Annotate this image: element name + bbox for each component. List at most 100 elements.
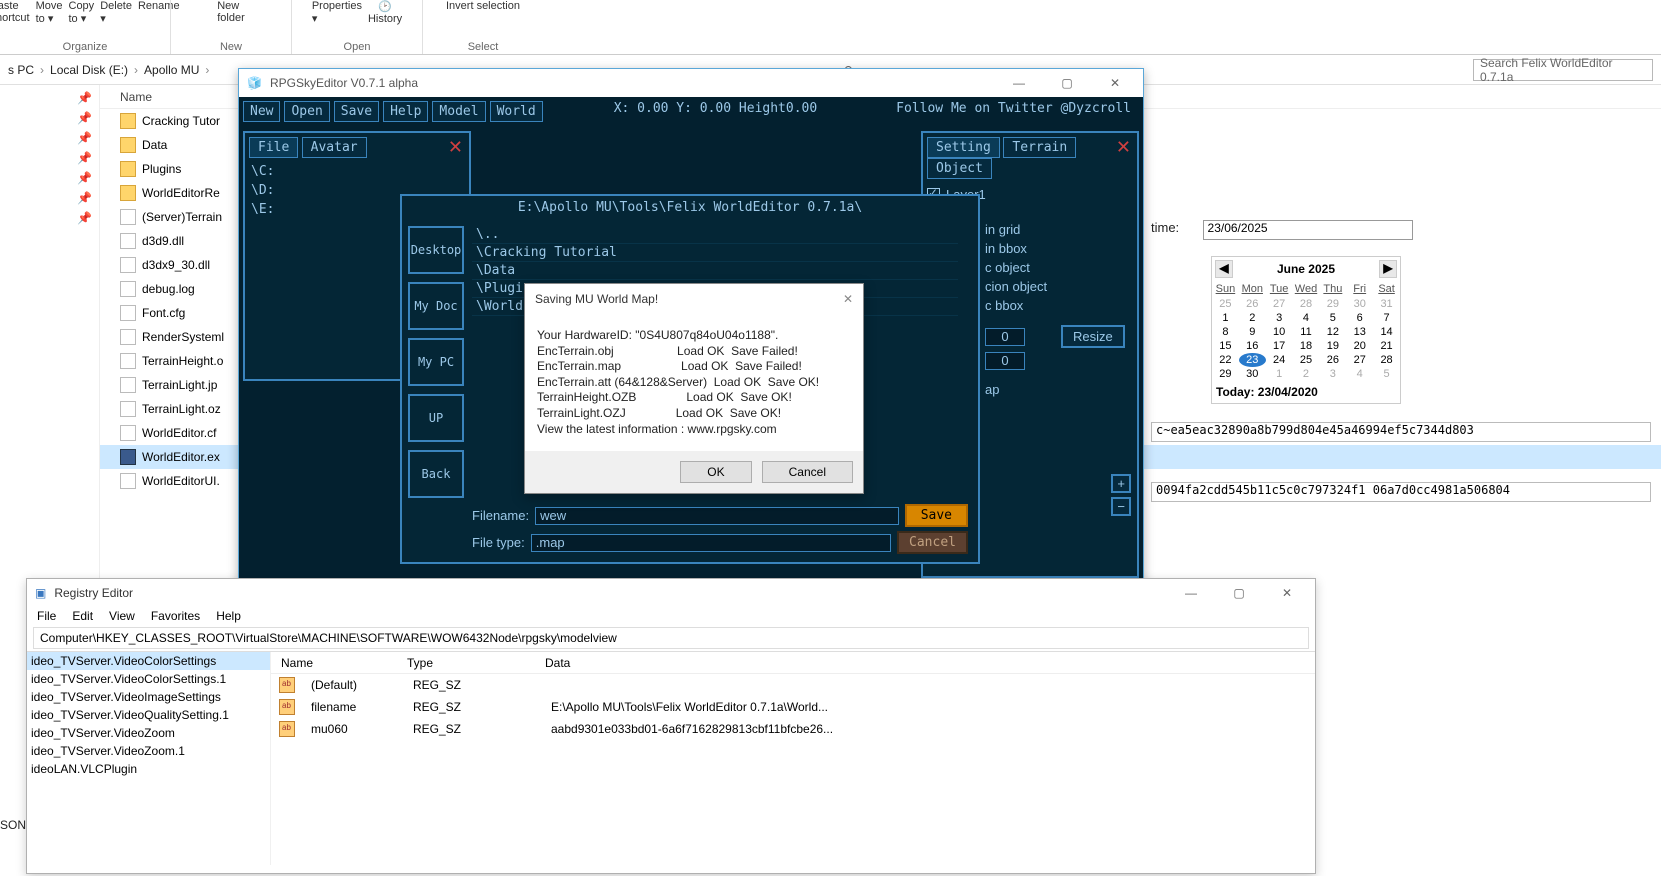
table-row[interactable]: mu060 REG_SZ aabd9301e033bd01-6a6f716282… <box>271 718 1315 740</box>
new-folder-button[interactable]: New folder <box>217 0 245 24</box>
pin-icon[interactable]: 📌 <box>77 111 91 125</box>
tree-item[interactable]: ideo_TVServer.VideoColorSettings.1 <box>27 670 270 688</box>
calendar-today[interactable]: Today: 23/04/2020 <box>1212 381 1400 403</box>
pin-icon[interactable]: 📌 <box>77 191 91 205</box>
search-input[interactable]: Search Felix WorldEditor 0.7.1a <box>1473 59 1653 81</box>
window-title: Registry Editor <box>54 586 133 600</box>
menu-help[interactable]: Help <box>216 609 241 623</box>
chevron-right-icon: › <box>205 63 209 77</box>
tab-object[interactable]: Object <box>927 158 992 179</box>
time-label: time: <box>1151 220 1179 235</box>
mypc-button[interactable]: My PC <box>408 338 464 386</box>
col-name[interactable]: Name <box>271 656 407 670</box>
filename-input[interactable]: wew <box>535 507 899 525</box>
tab-avatar[interactable]: Avatar <box>302 137 367 158</box>
menu-help[interactable]: Help <box>383 101 428 122</box>
next-month-button[interactable]: ▶ <box>1379 260 1397 278</box>
save-result-dialog: Saving MU World Map! ✕ Your HardwareID: … <box>524 283 864 494</box>
tab-file[interactable]: File <box>249 137 298 158</box>
delete-button[interactable]: Delete ▾ <box>100 0 132 25</box>
list-item[interactable]: \.. <box>472 226 958 244</box>
folder-icon <box>120 161 136 177</box>
size-input-2[interactable]: 0 <box>985 352 1025 370</box>
pin-icon[interactable]: 📌 <box>77 151 91 165</box>
menu-favorites[interactable]: Favorites <box>151 609 200 623</box>
size-input[interactable]: 0 <box>985 328 1025 346</box>
cancel-button[interactable]: Cancel <box>762 461 853 483</box>
menu-view[interactable]: View <box>109 609 135 623</box>
tree-item[interactable]: ideo_TVServer.VideoZoom <box>27 724 270 742</box>
list-item[interactable]: \Cracking Tutorial <box>472 244 958 262</box>
regedit-titlebar[interactable]: ▣ Registry Editor — ▢ ✕ <box>27 579 1315 607</box>
regedit-path[interactable]: Computer\HKEY_CLASSES_ROOT\VirtualStore\… <box>33 627 1309 649</box>
back-button[interactable]: Back <box>408 450 464 498</box>
file-icon <box>120 425 136 441</box>
hash-field-1[interactable]: c~ea5eac32890a8b799d804e45a46994ef5c7344… <box>1151 422 1651 442</box>
editor-titlebar[interactable]: 🧊 RPGSkyEditor V0.7.1 alpha — ▢ ✕ <box>239 69 1143 97</box>
list-item[interactable]: \Data <box>472 262 958 280</box>
col-type[interactable]: Type <box>407 656 545 670</box>
menu-save[interactable]: Save <box>334 101 379 122</box>
up-button[interactable]: UP <box>408 394 464 442</box>
table-row[interactable]: (Default) REG_SZ <box>271 674 1315 696</box>
pin-icon[interactable]: 📌 <box>77 171 91 185</box>
truncated-text: SON <box>0 818 26 832</box>
minus-button[interactable]: − <box>1111 497 1131 516</box>
desktop-button[interactable]: Desktop <box>408 226 464 274</box>
mydoc-button[interactable]: My Doc <box>408 282 464 330</box>
menu-edit[interactable]: Edit <box>72 609 93 623</box>
filename-label: Filename: <box>472 508 529 523</box>
date-input[interactable]: 23/06/2025 <box>1203 220 1413 240</box>
tree-item[interactable]: ideo_TVServer.VideoColorSettings <box>27 652 270 670</box>
tab-setting[interactable]: Setting <box>927 137 1000 158</box>
tree-item[interactable]: ideo_TVServer.VideoImageSettings <box>27 688 270 706</box>
history-button[interactable]: 🕑 History <box>368 0 402 25</box>
crumb-disk[interactable]: Local Disk (E:) <box>50 63 128 77</box>
menu-file[interactable]: File <box>37 609 56 623</box>
menu-open[interactable]: Open <box>284 101 329 122</box>
tree-item[interactable]: ideo_TVServer.VideoZoom.1 <box>27 742 270 760</box>
tree-item[interactable]: ideoLAN.VLCPlugin <box>27 760 270 778</box>
move-to-button[interactable]: Move to ▾ <box>36 0 63 25</box>
close-button[interactable]: ✕ <box>1267 586 1307 600</box>
menu-world[interactable]: World <box>490 101 543 122</box>
pin-icon[interactable]: 📌 <box>77 211 91 225</box>
pin-icon[interactable]: 📌 <box>77 131 91 145</box>
crumb-pc[interactable]: s PC <box>8 63 34 77</box>
close-icon[interactable]: ✕ <box>1116 137 1131 158</box>
file-icon <box>120 329 136 345</box>
minimize-button[interactable]: — <box>1171 586 1211 600</box>
pin-icon[interactable]: 📌 <box>77 91 91 105</box>
col-data[interactable]: Data <box>545 656 1315 670</box>
filetype-label: File type: <box>472 535 525 550</box>
prev-month-button[interactable]: ◀ <box>1215 260 1233 278</box>
plus-button[interactable]: + <box>1111 474 1131 493</box>
tab-terrain[interactable]: Terrain <box>1003 137 1076 158</box>
maximize-button[interactable]: ▢ <box>1047 76 1087 90</box>
folder-icon <box>120 185 136 201</box>
paste-shortcut-button[interactable]: Paste shortcut <box>0 0 30 25</box>
folder-icon <box>120 137 136 153</box>
crumb-folder[interactable]: Apollo MU <box>144 63 199 77</box>
cancel-button[interactable]: Cancel <box>897 531 968 554</box>
hash-field-2[interactable]: 0094fa2cdd545b11c5c0c797324f1 06a7d0cc49… <box>1151 482 1651 502</box>
ok-button[interactable]: OK <box>680 461 751 483</box>
menu-new[interactable]: New <box>243 101 280 122</box>
close-icon[interactable]: ✕ <box>843 292 853 306</box>
filetype-input[interactable]: .map <box>531 534 891 552</box>
resize-button[interactable]: Resize <box>1061 325 1125 348</box>
table-row[interactable]: filename REG_SZ E:\Apollo MU\Tools\Felix… <box>271 696 1315 718</box>
follow-text: Follow Me on Twitter @Dyzcroll <box>896 101 1139 122</box>
menu-model[interactable]: Model <box>432 101 485 122</box>
tree-item[interactable]: ideo_TVServer.VideoQualitySetting.1 <box>27 706 270 724</box>
save-button[interactable]: Save <box>905 504 968 527</box>
copy-to-button[interactable]: Copy to ▾ <box>69 0 95 25</box>
close-icon[interactable]: ✕ <box>448 137 463 158</box>
drive-c[interactable]: \C: <box>245 162 469 181</box>
maximize-button[interactable]: ▢ <box>1219 586 1259 600</box>
minimize-button[interactable]: — <box>999 76 1039 90</box>
properties-button[interactable]: Properties ▾ <box>312 0 362 25</box>
close-button[interactable]: ✕ <box>1095 76 1135 90</box>
invert-selection-button[interactable]: Invert selection <box>446 0 520 12</box>
calendar: ◀ June 2025 ▶ SunMonTueWedThuFriSat 2526… <box>1211 256 1401 404</box>
